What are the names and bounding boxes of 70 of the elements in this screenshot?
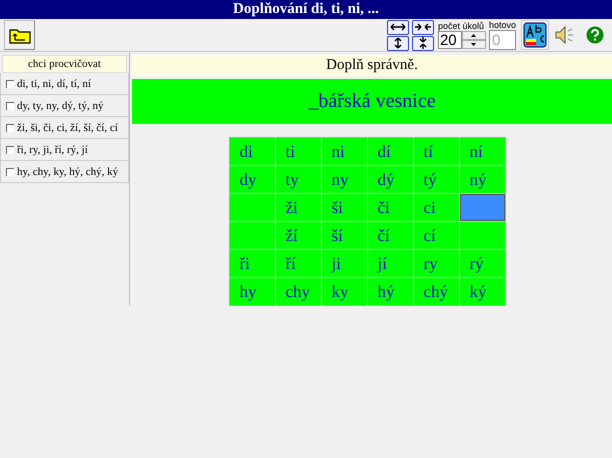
window-title: Doplňování di, ti, ni, ...	[0, 0, 612, 19]
checkbox[interactable]	[6, 146, 14, 154]
answer-cell[interactable]: ti	[276, 138, 320, 165]
answer-cell[interactable]: ři	[230, 250, 274, 277]
answer-cell[interactable]: di	[230, 138, 274, 165]
answer-cell[interactable]: ky	[322, 278, 366, 305]
answer-cell[interactable]: hý	[368, 278, 412, 305]
shrink-horizontal-icon	[414, 21, 432, 33]
spelling-button[interactable]	[521, 20, 549, 50]
sidebar-header: chci procvičovat	[2, 55, 127, 73]
task-count-field[interactable]: 20	[438, 31, 462, 49]
answer-cell[interactable]: cí	[414, 222, 458, 249]
answer-cell[interactable]: ry	[414, 250, 458, 277]
answer-cell[interactable]: ži	[276, 194, 320, 221]
option-label: dy, ty, ny, dý, tý, ný	[17, 100, 104, 112]
answer-cell[interactable]: ny	[322, 166, 366, 193]
answer-cell[interactable]: ši	[322, 194, 366, 221]
answer-cell[interactable]: ří	[276, 250, 320, 277]
task-count-label: počet úkolů	[438, 21, 486, 31]
answer-cell[interactable]: chý	[414, 278, 458, 305]
help-icon	[586, 26, 604, 44]
increment-button[interactable]	[462, 31, 486, 40]
letters-icon	[523, 22, 547, 48]
answer-cell[interactable]: či	[368, 194, 412, 221]
word-prompt: _bářská vesnice	[132, 79, 612, 124]
checkbox[interactable]	[6, 102, 14, 110]
expand-horizontal-icon	[388, 21, 407, 33]
decrement-button[interactable]	[462, 40, 486, 49]
answer-cell[interactable]: ní	[460, 138, 504, 165]
answer-cell[interactable]: tý	[414, 166, 458, 193]
exercise-option[interactable]: hy, chy, ky, hý, chý, ký	[0, 161, 129, 183]
answer-cell[interactable]: ký	[460, 278, 504, 305]
answer-cell[interactable]: dí	[368, 138, 412, 165]
speaker-icon	[554, 25, 576, 45]
down-triangle-icon	[471, 43, 476, 46]
folder-up-button[interactable]	[4, 20, 35, 50]
shrink-vertical-button[interactable]	[412, 36, 434, 50]
answer-cell[interactable]: rý	[460, 250, 504, 277]
option-label: hy, chy, ky, hý, chý, ký	[17, 166, 118, 178]
exercise-option[interactable]: dy, ty, ny, dý, tý, ný	[0, 95, 129, 117]
checkbox[interactable]	[6, 168, 14, 176]
up-triangle-icon	[471, 34, 476, 37]
answer-cell[interactable]: dy	[230, 166, 274, 193]
answer-cell[interactable]: ci	[414, 194, 458, 221]
answer-cell[interactable]: ží	[276, 222, 320, 249]
instruction-text: Doplň správně.	[132, 55, 612, 76]
answer-cell[interactable]: chy	[276, 278, 320, 305]
exercise-option[interactable]: ři, ry, ji, ří, rý, jí	[0, 139, 129, 161]
answer-cell[interactable]: jí	[368, 250, 412, 277]
done-field: 0	[488, 30, 516, 50]
answer-cell[interactable]: tí	[414, 138, 458, 165]
exercise-option[interactable]: di, ti, ni, dí, tí, ní	[0, 73, 129, 95]
exercise-option[interactable]: ži, ši, či, ci, ží, ší, čí, cí	[0, 117, 129, 139]
option-label: ži, ši, či, ci, ží, ší, čí, cí	[17, 122, 118, 134]
expand-vertical-button[interactable]	[386, 36, 409, 50]
done-label: hotovo	[488, 20, 516, 30]
answer-cell[interactable]: ji	[322, 250, 366, 277]
answer-cell[interactable]: čí	[368, 222, 412, 249]
shrink-horizontal-button[interactable]	[412, 20, 434, 34]
answer-cell[interactable]: ty	[276, 166, 320, 193]
answer-cell[interactable]: ší	[322, 222, 366, 249]
answer-cell[interactable]: ný	[460, 166, 504, 193]
checkbox[interactable]	[6, 124, 14, 132]
answer-cell[interactable]: hy	[230, 278, 274, 305]
option-label: ři, ry, ji, ří, rý, jí	[17, 144, 88, 156]
answer-cell[interactable]: dý	[368, 166, 412, 193]
option-label: di, ti, ni, dí, tí, ní	[17, 78, 91, 90]
checkbox[interactable]	[6, 80, 14, 88]
expand-horizontal-button[interactable]	[386, 20, 409, 34]
answer-cell[interactable]: ni	[322, 138, 366, 165]
